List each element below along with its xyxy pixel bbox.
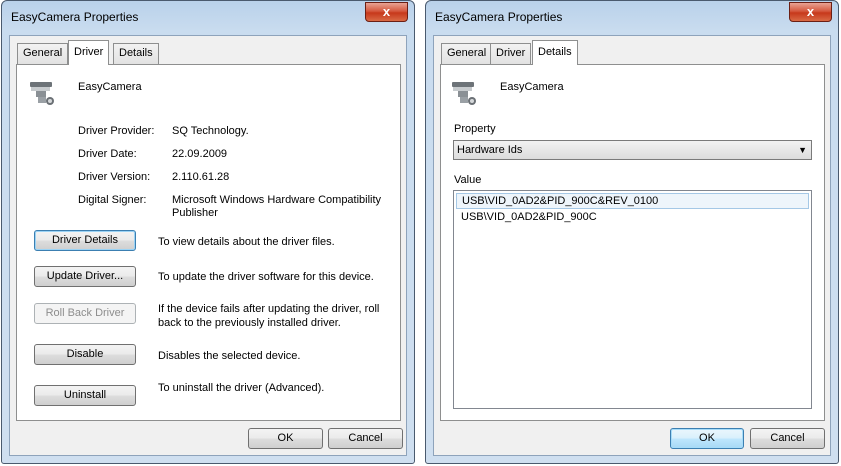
driver-date-value: 22.09.2009 xyxy=(172,148,228,160)
property-dropdown[interactable]: Hardware Ids ▼ xyxy=(453,140,812,160)
title-bar[interactable]: EasyCamera Properties x xyxy=(426,1,838,35)
driver-date-label: Driver Date: xyxy=(78,148,137,160)
driver-details-button[interactable]: Driver Details xyxy=(34,230,136,251)
driver-tab-panel: EasyCamera Driver Provider: SQ Technolog… xyxy=(16,64,401,421)
tab-driver[interactable]: Driver xyxy=(490,43,532,64)
dialog-client: General Driver Details EasyCamera Proper… xyxy=(433,35,831,456)
driver-details-description: To view details about the driver files. xyxy=(158,236,335,248)
close-button[interactable]: x xyxy=(365,2,408,22)
driver-version-value: 2.110.61.28 xyxy=(172,171,230,183)
tab-general[interactable]: General xyxy=(441,43,493,64)
disable-description: Disables the selected device. xyxy=(158,350,301,362)
dialog-client: General Driver Details EasyCamera Driver… xyxy=(9,35,407,456)
tab-driver[interactable]: Driver xyxy=(68,40,110,65)
ok-button[interactable]: OK xyxy=(248,428,323,449)
driver-provider-label: Driver Provider: xyxy=(78,125,155,137)
digital-signer-value: Microsoft Windows Hardware Compatibility… xyxy=(172,194,382,219)
cancel-button[interactable]: Cancel xyxy=(750,428,825,449)
tab-general[interactable]: General xyxy=(17,43,69,64)
uninstall-description: To uninstall the driver (Advanced). xyxy=(158,382,325,394)
driver-version-label: Driver Version: xyxy=(78,171,151,183)
details-tab-panel: EasyCamera Property Hardware Ids ▼ Value… xyxy=(440,64,825,421)
driver-provider-value: SQ Technology. xyxy=(172,125,249,137)
value-label: Value xyxy=(454,174,482,186)
list-item[interactable]: USB\VID_0AD2&PID_900C xyxy=(456,210,809,226)
details-properties-window: EasyCamera Properties x General Driver D… xyxy=(425,0,839,464)
uninstall-button[interactable]: Uninstall xyxy=(34,385,136,406)
cancel-button[interactable]: Cancel xyxy=(328,428,403,449)
close-button[interactable]: x xyxy=(789,2,832,22)
device-name: EasyCamera xyxy=(500,81,564,93)
webcam-icon xyxy=(452,82,476,105)
property-dropdown-value: Hardware Ids xyxy=(457,144,523,156)
tab-details[interactable]: Details xyxy=(113,43,159,64)
webcam-icon xyxy=(30,82,54,105)
list-item[interactable]: USB\VID_0AD2&PID_900C&REV_0100 xyxy=(456,193,809,209)
ok-button[interactable]: OK xyxy=(670,428,744,449)
update-driver-button[interactable]: Update Driver... xyxy=(34,266,136,287)
roll-back-driver-description: If the device fails after updating the d… xyxy=(158,303,380,329)
driver-properties-window: EasyCamera Properties x General Driver D… xyxy=(1,0,415,464)
update-driver-description: To update the driver software for this d… xyxy=(158,271,374,283)
window-title: EasyCamera Properties xyxy=(435,10,563,24)
roll-back-driver-button[interactable]: Roll Back Driver xyxy=(34,303,136,324)
property-label: Property xyxy=(454,123,496,135)
window-title: EasyCamera Properties xyxy=(11,10,139,24)
chevron-down-icon: ▼ xyxy=(798,145,807,155)
digital-signer-label: Digital Signer: xyxy=(78,194,147,206)
title-bar[interactable]: EasyCamera Properties x xyxy=(2,1,414,35)
disable-button[interactable]: Disable xyxy=(34,344,136,365)
device-name: EasyCamera xyxy=(78,81,142,93)
tab-details[interactable]: Details xyxy=(532,40,578,65)
value-listbox[interactable]: USB\VID_0AD2&PID_900C&REV_0100 USB\VID_0… xyxy=(453,190,812,409)
